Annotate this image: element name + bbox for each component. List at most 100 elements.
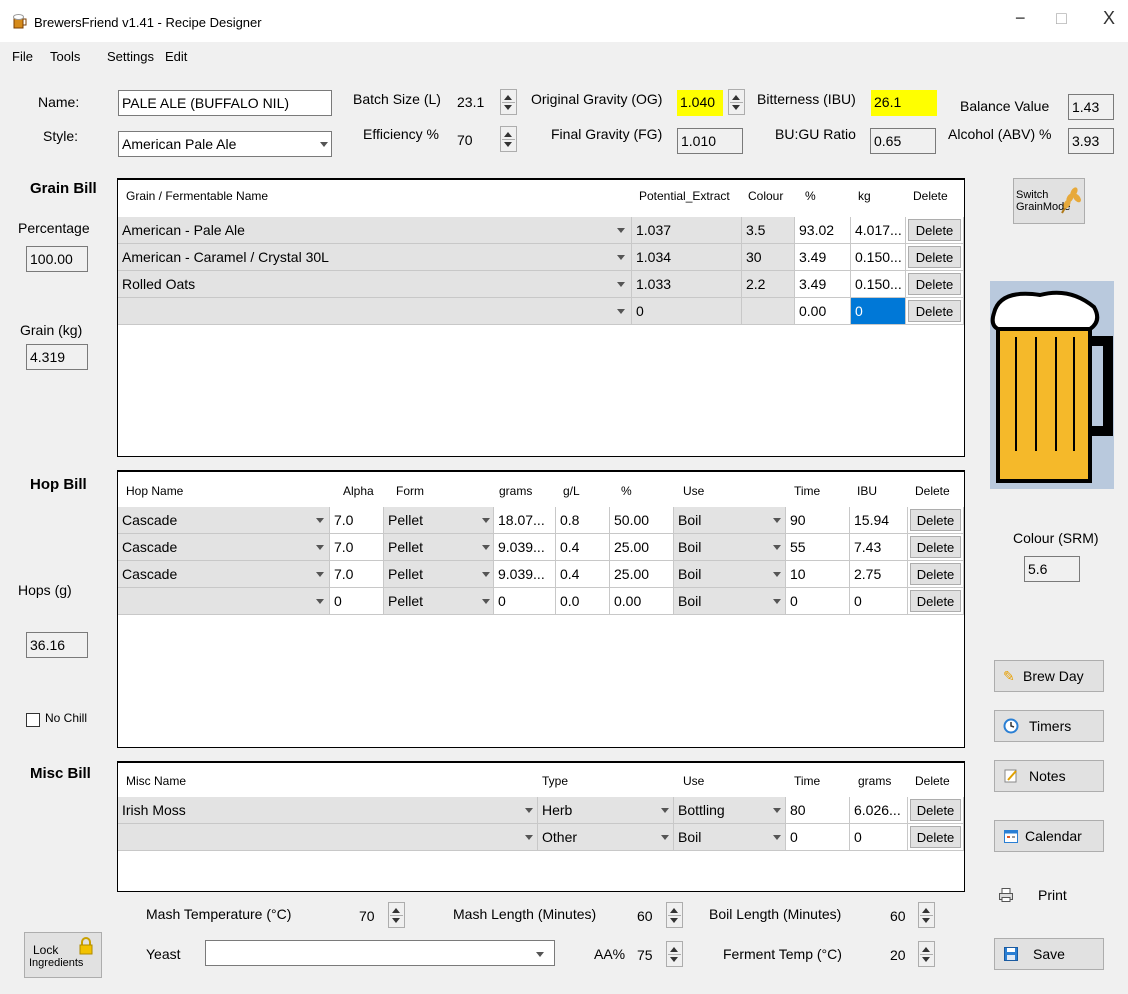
time-cell[interactable]: 55 xyxy=(786,534,850,561)
delete-button[interactable]: Delete xyxy=(910,799,961,821)
chevron-down-icon[interactable] xyxy=(522,825,536,850)
chevron-down-icon[interactable] xyxy=(479,535,493,560)
chevron-down-icon[interactable] xyxy=(770,535,784,560)
mash-length-input[interactable]: 60 xyxy=(634,904,662,930)
batch-size-input[interactable]: 23.1 xyxy=(454,90,492,116)
hop-name-cell[interactable]: Cascade xyxy=(118,561,330,588)
grain-name-cell[interactable]: American - Pale Ale xyxy=(118,217,632,244)
ibu-cell[interactable]: 0 xyxy=(850,588,908,615)
og-spinner[interactable] xyxy=(728,89,745,115)
grain-name-cell[interactable]: American - Caramel / Crystal 30L xyxy=(118,244,632,271)
chevron-down-icon[interactable] xyxy=(614,299,628,324)
mash-temp-spinner[interactable] xyxy=(388,902,405,928)
time-cell[interactable]: 80 xyxy=(786,797,850,824)
maximize-button[interactable]: □ xyxy=(1056,8,1067,29)
gl-cell[interactable]: 0.8 xyxy=(556,507,610,534)
delete-button[interactable]: Delete xyxy=(908,300,961,322)
lock-ingredients-button[interactable]: Lock Ingredients xyxy=(24,932,102,978)
delete-button[interactable]: Delete xyxy=(910,563,961,585)
chevron-down-icon[interactable] xyxy=(770,562,784,587)
menu-file[interactable]: File xyxy=(12,49,33,64)
chevron-down-icon[interactable] xyxy=(770,798,784,823)
chevron-down-icon[interactable] xyxy=(614,272,628,297)
gl-cell[interactable]: 0.4 xyxy=(556,534,610,561)
delete-button[interactable]: Delete xyxy=(910,536,961,558)
ferment-temp-spinner[interactable] xyxy=(918,941,935,967)
chevron-down-icon[interactable] xyxy=(479,562,493,587)
ferment-temp-input[interactable]: 20 xyxy=(887,943,915,969)
type-cell[interactable]: Herb xyxy=(538,797,674,824)
aa-input[interactable]: 75 xyxy=(634,943,662,969)
extract-cell[interactable]: 0 xyxy=(632,298,742,325)
percent-cell[interactable]: 25.00 xyxy=(610,561,674,588)
gl-cell[interactable]: 0.0 xyxy=(556,588,610,615)
efficiency-input[interactable]: 70 xyxy=(454,128,492,154)
percent-cell[interactable]: 93.02 xyxy=(795,217,851,244)
switch-grain-mode-button[interactable]: Switch GrainMode xyxy=(1013,178,1085,224)
timers-button[interactable]: Timers xyxy=(994,710,1104,742)
yeast-select[interactable] xyxy=(205,940,555,966)
mash-length-spinner[interactable] xyxy=(666,902,683,928)
alpha-cell[interactable]: 7.0 xyxy=(330,507,384,534)
boil-length-spinner[interactable] xyxy=(918,902,935,928)
chevron-down-icon[interactable] xyxy=(522,798,536,823)
no-chill-checkbox[interactable] xyxy=(26,713,40,727)
chevron-down-icon[interactable] xyxy=(313,508,327,533)
menu-edit[interactable]: Edit xyxy=(165,49,187,64)
mash-temp-input[interactable]: 70 xyxy=(356,904,382,930)
time-cell[interactable]: 0 xyxy=(786,588,850,615)
brew-day-button[interactable]: ✎ Brew Day xyxy=(994,660,1104,692)
chevron-down-icon[interactable] xyxy=(614,245,628,270)
chevron-down-icon[interactable] xyxy=(770,589,784,614)
ibu-cell[interactable]: 15.94 xyxy=(850,507,908,534)
minimize-button[interactable]: − xyxy=(1015,8,1026,29)
form-cell[interactable]: Pellet xyxy=(384,534,494,561)
form-cell[interactable]: Pellet xyxy=(384,507,494,534)
colour-cell[interactable] xyxy=(742,298,795,325)
form-cell[interactable]: Pellet xyxy=(384,561,494,588)
close-button[interactable]: X xyxy=(1103,8,1115,29)
extract-cell[interactable]: 1.033 xyxy=(632,271,742,298)
hop-name-cell[interactable] xyxy=(118,588,330,615)
notes-button[interactable]: Notes xyxy=(994,760,1104,792)
grain-name-cell[interactable] xyxy=(118,298,632,325)
chevron-down-icon[interactable] xyxy=(313,589,327,614)
colour-cell[interactable]: 3.5 xyxy=(742,217,795,244)
grain-name-cell[interactable]: Rolled Oats xyxy=(118,271,632,298)
ibu-cell[interactable]: 7.43 xyxy=(850,534,908,561)
grams-cell[interactable]: 9.039... xyxy=(494,534,556,561)
chevron-down-icon[interactable] xyxy=(614,218,628,243)
percent-cell[interactable]: 3.49 xyxy=(795,271,851,298)
ibu-cell[interactable]: 2.75 xyxy=(850,561,908,588)
menu-tools[interactable]: Tools xyxy=(50,49,80,64)
delete-button[interactable]: Delete xyxy=(910,509,961,531)
calendar-button[interactable]: Calendar xyxy=(994,820,1104,852)
delete-button[interactable]: Delete xyxy=(908,273,961,295)
kg-cell[interactable]: 0 xyxy=(851,298,906,325)
boil-length-input[interactable]: 60 xyxy=(887,904,915,930)
og-input[interactable]: 1.040 xyxy=(677,90,723,116)
print-button[interactable]: Print xyxy=(994,880,1104,912)
delete-button[interactable]: Delete xyxy=(910,826,961,848)
time-cell[interactable]: 90 xyxy=(786,507,850,534)
extract-cell[interactable]: 1.034 xyxy=(632,244,742,271)
save-button[interactable]: Save xyxy=(994,938,1104,970)
chevron-down-icon[interactable] xyxy=(479,508,493,533)
style-select[interactable]: American Pale Ale xyxy=(118,131,332,157)
colour-cell[interactable]: 2.2 xyxy=(742,271,795,298)
kg-cell[interactable]: 0.150... xyxy=(851,244,906,271)
type-cell[interactable]: Other xyxy=(538,824,674,851)
grams-cell[interactable]: 0 xyxy=(850,824,908,851)
chevron-down-icon[interactable] xyxy=(313,562,327,587)
delete-button[interactable]: Delete xyxy=(910,590,961,612)
hop-name-cell[interactable]: Cascade xyxy=(118,534,330,561)
chevron-down-icon[interactable] xyxy=(658,798,672,823)
alpha-cell[interactable]: 7.0 xyxy=(330,534,384,561)
extract-cell[interactable]: 1.037 xyxy=(632,217,742,244)
percent-cell[interactable]: 50.00 xyxy=(610,507,674,534)
form-cell[interactable]: Pellet xyxy=(384,588,494,615)
alpha-cell[interactable]: 7.0 xyxy=(330,561,384,588)
aa-spinner[interactable] xyxy=(666,941,683,967)
efficiency-spinner[interactable] xyxy=(500,126,517,152)
kg-cell[interactable]: 4.017... xyxy=(851,217,906,244)
